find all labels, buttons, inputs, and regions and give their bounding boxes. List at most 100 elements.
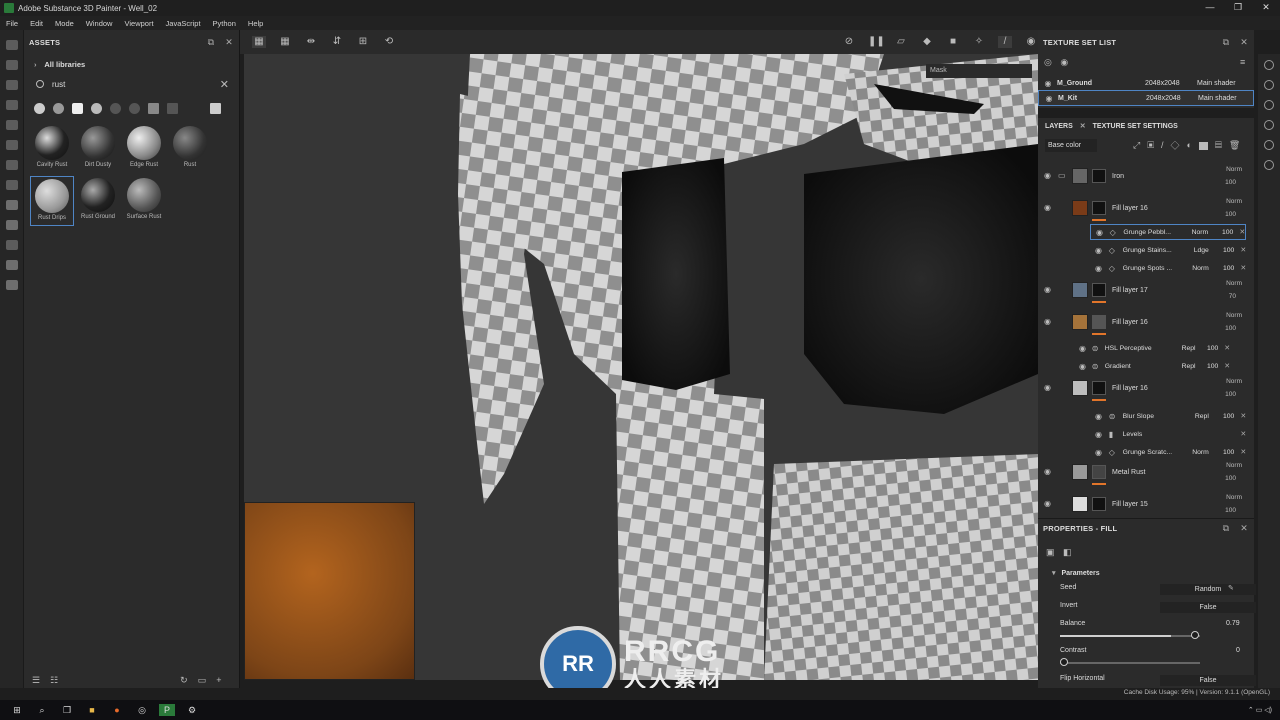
- effect-row[interactable]: ◉ ◇ Grunge Spots ... Norm 100 ✕: [1090, 260, 1246, 276]
- remove-effect-icon[interactable]: ✕: [1240, 448, 1246, 456]
- effect-row[interactable]: ◉ ◇ Grunge Scratc... Norm 100 ✕: [1090, 444, 1246, 460]
- layer-blend[interactable]: Norm: [1226, 462, 1242, 469]
- eye-icon[interactable]: ◉: [1044, 171, 1051, 180]
- layer-blend[interactable]: Norm: [1226, 198, 1242, 205]
- clear-search-icon[interactable]: ✕: [220, 78, 233, 91]
- edit-icon[interactable]: ✎: [1228, 584, 1234, 592]
- float-panel-icon[interactable]: ⧉: [1223, 37, 1230, 48]
- paint-tool-icon[interactable]: [6, 40, 18, 50]
- eye-icon[interactable]: ◉: [1095, 412, 1105, 421]
- generator-tab-icon[interactable]: ▣: [1046, 547, 1055, 557]
- polygon-fill-icon[interactable]: [6, 180, 18, 190]
- list-detail-icon[interactable]: ☷: [50, 675, 58, 686]
- remove-effect-icon[interactable]: ✕: [1240, 430, 1246, 438]
- menu-mode[interactable]: Mode: [49, 19, 80, 28]
- eye-icon[interactable]: ◉: [1095, 264, 1105, 273]
- menu-python[interactable]: Python: [207, 19, 242, 28]
- invert-toggle[interactable]: False: [1160, 602, 1256, 613]
- layer-blend[interactable]: Norm: [1226, 312, 1242, 319]
- viewer-settings-icon[interactable]: [1264, 160, 1274, 170]
- effect-row[interactable]: ◉ ◇ Grunge Stains... Ldge 100 ✕: [1090, 242, 1246, 258]
- texture-set-settings-icon[interactable]: [1264, 100, 1274, 110]
- select-icon[interactable]: ▱: [894, 36, 908, 48]
- filter-brushes-icon[interactable]: [110, 102, 121, 114]
- float-panel-icon[interactable]: ⧉: [1223, 523, 1230, 534]
- cube-icon[interactable]: ◆: [920, 36, 934, 48]
- layer-opacity[interactable]: 100: [1225, 211, 1236, 218]
- menu-viewport[interactable]: Viewport: [118, 19, 159, 28]
- filter-textures-icon[interactable]: [148, 102, 159, 114]
- effect-opacity[interactable]: 100: [1209, 449, 1234, 456]
- effect-blend[interactable]: Norm: [1179, 449, 1209, 456]
- add-icon[interactable]: +: [216, 675, 221, 685]
- effect-opacity[interactable]: 100: [1196, 345, 1218, 352]
- texture-set-list-icon[interactable]: [1264, 60, 1274, 70]
- layer-opacity[interactable]: 100: [1225, 475, 1236, 482]
- restore-button[interactable]: ❐: [1224, 0, 1252, 16]
- windows-start-icon[interactable]: ⊞: [9, 704, 25, 716]
- assets-panel-icon[interactable]: [6, 200, 18, 210]
- eye-icon[interactable]: ◉: [1079, 344, 1088, 353]
- layers-panel-icon[interactable]: [1264, 80, 1274, 90]
- brush-icon[interactable]: /: [998, 36, 1012, 48]
- screenshot-icon[interactable]: ◉: [1024, 36, 1038, 48]
- layer-opacity[interactable]: 100: [1225, 179, 1236, 186]
- balance-slider[interactable]: [1060, 635, 1200, 637]
- layer-opacity[interactable]: 100: [1225, 507, 1236, 514]
- color-picker-icon[interactable]: [6, 160, 18, 170]
- layer-opacity[interactable]: 100: [1225, 325, 1236, 332]
- search-icon[interactable]: ⌕: [34, 704, 50, 716]
- layer-row[interactable]: ◉ Fill layer 16 Norm 100: [1038, 312, 1248, 342]
- parameters-section[interactable]: ▾ Parameters: [1052, 569, 1232, 577]
- refresh-icon[interactable]: ↻: [180, 675, 188, 686]
- eye-icon[interactable]: ◉: [1044, 383, 1051, 392]
- menu-icon[interactable]: ≡: [1240, 57, 1245, 67]
- asset-search[interactable]: rust ✕: [30, 76, 233, 92]
- menu-window[interactable]: Window: [80, 19, 119, 28]
- task-view-icon[interactable]: ❐: [59, 704, 75, 716]
- shelf-icon[interactable]: [6, 220, 18, 230]
- effect-blend[interactable]: Ldge: [1179, 247, 1209, 254]
- menu-file[interactable]: File: [0, 19, 24, 28]
- layer-blend[interactable]: Norm: [1226, 378, 1242, 385]
- filter-materials-icon[interactable]: [34, 102, 45, 114]
- remove-effect-icon[interactable]: ✕: [1240, 264, 1246, 272]
- layer-opacity[interactable]: 100: [1225, 391, 1236, 398]
- pause-icon[interactable]: ❚❚: [868, 36, 885, 48]
- seed-random-button[interactable]: Random: [1160, 584, 1256, 595]
- remove-effect-icon[interactable]: ✕: [1224, 362, 1230, 370]
- remove-effect-icon[interactable]: ✕: [1224, 344, 1230, 352]
- effect-row[interactable]: ◉ ⊜ Blur Slope Repl 100 ✕: [1090, 408, 1246, 424]
- layer-blend[interactable]: Norm: [1226, 280, 1242, 287]
- environment-icon[interactable]: ✧: [972, 36, 986, 48]
- firefox-icon[interactable]: ●: [109, 704, 125, 716]
- eye-icon[interactable]: ◉: [1043, 79, 1053, 88]
- symmetry-icon[interactable]: ⇹: [304, 36, 318, 48]
- contrast-value[interactable]: 0: [1236, 647, 1240, 654]
- search-input[interactable]: rust: [52, 80, 65, 89]
- minimize-button[interactable]: —: [1196, 0, 1224, 16]
- balance-slider-handle[interactable]: [1191, 631, 1199, 639]
- texture-set-row-selected[interactable]: ◉ M_Kit 2048x2048 Main shader: [1038, 90, 1254, 106]
- effect-blend[interactable]: Repl: [1179, 413, 1209, 420]
- eye-icon[interactable]: ◉: [1044, 285, 1051, 294]
- asset-tile[interactable]: Dirt Dusty: [76, 124, 120, 174]
- effect-opacity[interactable]: 100: [1209, 413, 1234, 420]
- clone-tool-icon[interactable]: [6, 140, 18, 150]
- align-icon[interactable]: ⇵: [330, 36, 344, 48]
- fit-view-icon[interactable]: ⊞: [356, 36, 370, 48]
- filter-masks-icon[interactable]: [72, 102, 83, 114]
- 3d-viewport[interactable]: Mask: [244, 54, 1038, 680]
- library-selector[interactable]: › All libraries: [24, 54, 239, 76]
- eye-icon[interactable]: ◉: [1095, 448, 1105, 457]
- contrast-slider-handle[interactable]: [1060, 658, 1068, 666]
- history-icon[interactable]: [6, 240, 18, 250]
- flip-horizontal-toggle[interactable]: False: [1160, 675, 1256, 686]
- eye-icon[interactable]: ◉: [1044, 317, 1051, 326]
- asset-tile[interactable]: Surface Rust: [122, 176, 166, 226]
- asset-tile[interactable]: Rust Ground: [76, 176, 120, 226]
- effect-blend[interactable]: Norm: [1179, 265, 1209, 272]
- filter-smart-materials-icon[interactable]: [53, 102, 64, 114]
- display-icon[interactable]: [1264, 140, 1274, 150]
- new-folder-icon[interactable]: ▭: [198, 675, 207, 686]
